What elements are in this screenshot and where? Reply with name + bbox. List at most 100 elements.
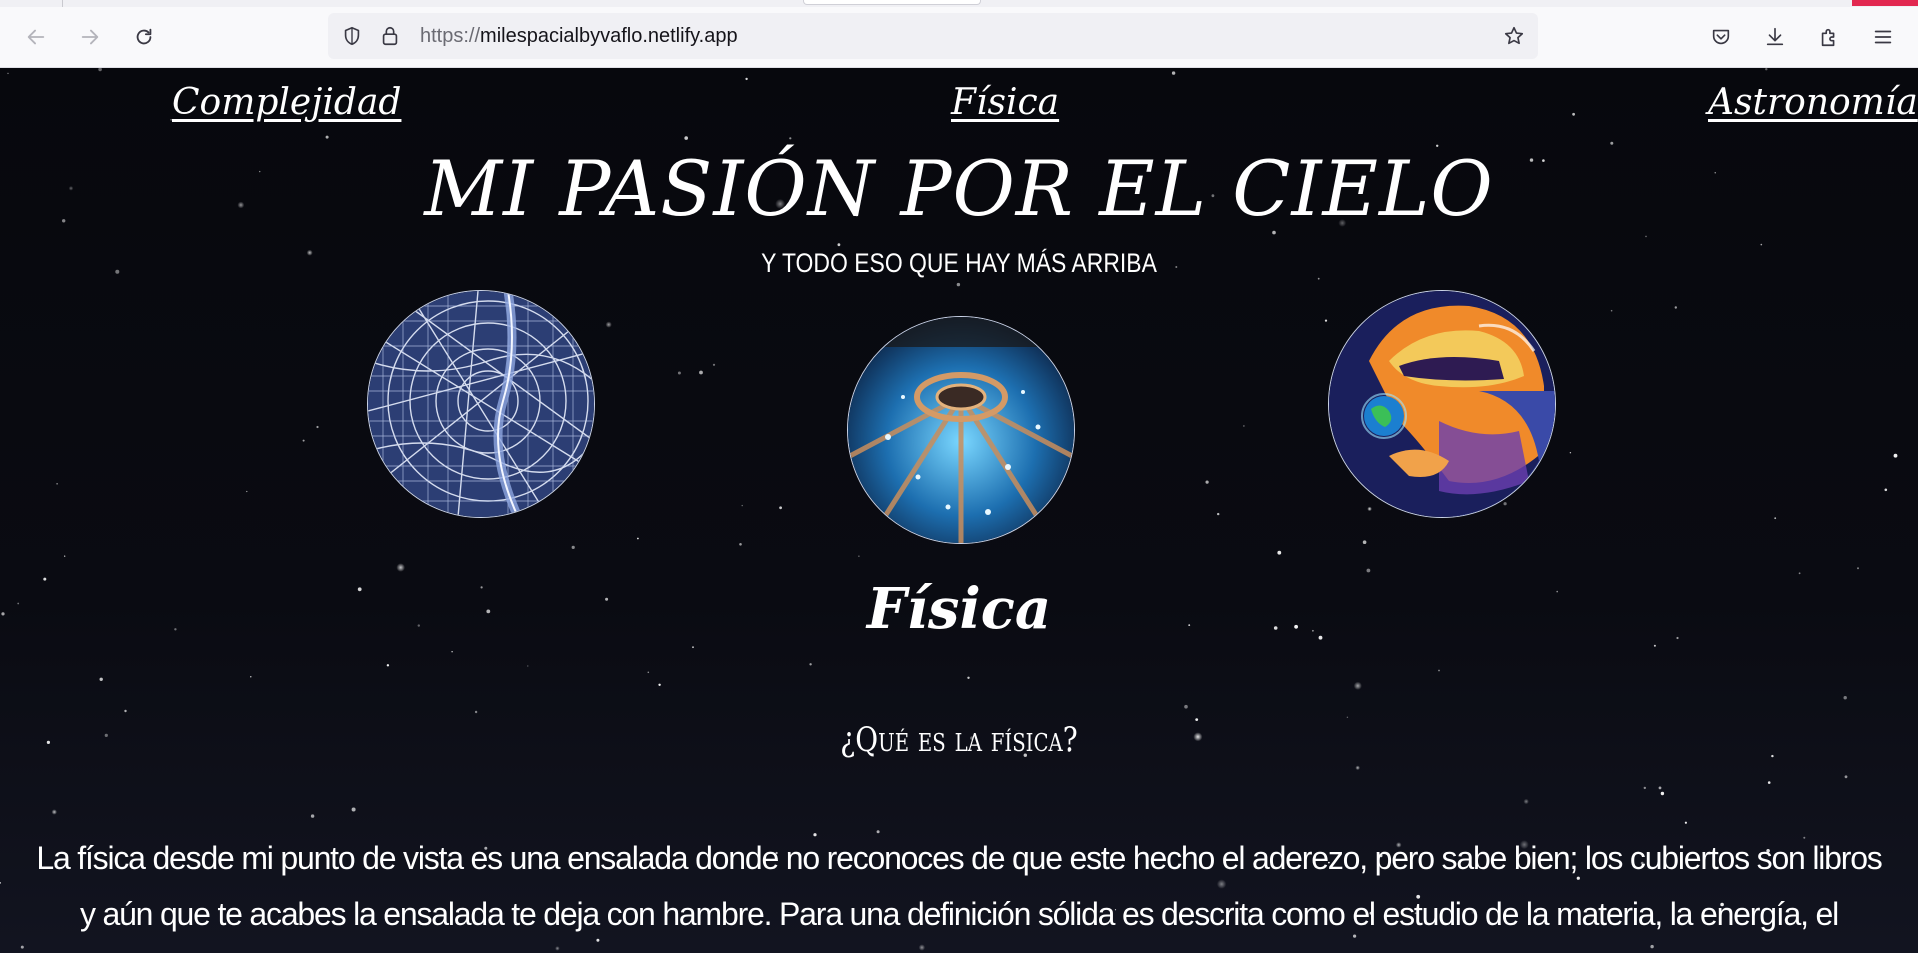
star xyxy=(1765,68,1768,71)
star xyxy=(104,733,108,738)
star xyxy=(647,671,650,674)
star xyxy=(1205,480,1209,484)
star xyxy=(1277,550,1282,555)
star xyxy=(1843,696,1847,700)
star xyxy=(1767,781,1771,784)
back-arrow-icon[interactable] xyxy=(19,20,53,54)
star xyxy=(1346,716,1349,718)
star xyxy=(1674,306,1678,309)
star xyxy=(956,282,961,287)
tab-separator xyxy=(62,0,63,7)
star xyxy=(809,663,812,666)
city-map-image[interactable] xyxy=(367,290,595,518)
star xyxy=(56,483,58,485)
star xyxy=(605,321,612,328)
star xyxy=(20,945,24,949)
star xyxy=(1844,775,1848,779)
star xyxy=(1610,309,1613,312)
star xyxy=(1217,512,1220,516)
star xyxy=(571,545,575,549)
star xyxy=(1569,452,1572,454)
active-tab-edge[interactable] xyxy=(803,0,981,5)
star xyxy=(99,677,103,681)
star xyxy=(396,563,406,572)
star xyxy=(677,371,681,375)
star xyxy=(1366,568,1371,573)
star xyxy=(1243,425,1245,427)
menu-icon[interactable] xyxy=(1866,20,1900,54)
star xyxy=(837,243,841,247)
star xyxy=(1684,821,1687,824)
star xyxy=(684,136,688,140)
star xyxy=(124,709,127,713)
star xyxy=(1645,235,1647,238)
star xyxy=(789,137,792,140)
star xyxy=(1503,502,1507,506)
star xyxy=(1362,540,1367,544)
url-scheme: https:// xyxy=(420,25,481,47)
star xyxy=(779,506,782,510)
star xyxy=(64,555,66,557)
star xyxy=(1572,112,1575,116)
star xyxy=(451,651,453,653)
star xyxy=(1771,754,1774,758)
tab-strip xyxy=(0,0,1918,7)
astronaut-earth-image[interactable] xyxy=(1328,290,1556,518)
url-host: milespacialbyvaflo.netlify.app xyxy=(480,25,738,47)
star xyxy=(1523,798,1529,805)
star xyxy=(1353,681,1362,690)
star xyxy=(1857,567,1859,570)
address-bar[interactable]: https://milespacialbyvaflo.netlify.app xyxy=(328,13,1538,59)
star xyxy=(967,676,970,679)
star xyxy=(302,439,305,442)
browser-toolbar: https://milespacialbyvaflo.netlify.app xyxy=(0,7,1918,68)
download-icon[interactable] xyxy=(1758,20,1792,54)
star xyxy=(1774,517,1777,520)
forward-arrow-icon[interactable] xyxy=(73,20,107,54)
star xyxy=(386,664,390,667)
section-question: ¿Qué es la física? xyxy=(840,720,1078,760)
nav-link-complejidad[interactable]: Complejidad xyxy=(172,82,401,123)
star xyxy=(51,809,57,815)
star xyxy=(46,740,51,745)
star-icon[interactable] xyxy=(1502,24,1526,48)
particle-collider-image[interactable] xyxy=(847,316,1075,544)
star xyxy=(1658,786,1662,790)
star xyxy=(1367,506,1372,512)
star xyxy=(474,710,478,714)
section-title: Física xyxy=(866,576,1052,642)
star xyxy=(1653,644,1656,647)
section-paragraph: La física desde mi punto de vista es una… xyxy=(36,840,1882,953)
star xyxy=(1355,765,1360,771)
shield-icon[interactable] xyxy=(340,24,364,48)
pocket-icon[interactable] xyxy=(1704,20,1738,54)
reload-icon[interactable] xyxy=(127,20,161,54)
nav-link-astronomia[interactable]: Astronomía xyxy=(1708,82,1918,123)
star xyxy=(1438,669,1440,672)
web-page: Complejidad Física Astronomía MI PASIÓN … xyxy=(0,68,1918,953)
star xyxy=(250,676,252,678)
page-subtitle: Y TODO ESO QUE HAY MÁS ARRIBA xyxy=(761,248,1157,278)
star xyxy=(115,269,120,274)
star xyxy=(1660,791,1665,796)
star xyxy=(745,77,748,81)
nav-link-fisica[interactable]: Física xyxy=(951,82,1059,123)
star xyxy=(310,814,315,818)
extensions-icon[interactable] xyxy=(1812,20,1846,54)
star xyxy=(316,425,319,429)
window-close-edge[interactable] xyxy=(1852,0,1918,6)
star xyxy=(658,683,661,686)
star xyxy=(741,504,743,507)
star xyxy=(7,72,9,75)
star xyxy=(699,370,703,375)
star xyxy=(1760,243,1763,246)
star xyxy=(325,135,329,139)
lock-icon[interactable] xyxy=(378,24,402,48)
star xyxy=(1798,572,1801,575)
url-text[interactable]: https://milespacialbyvaflo.netlify.app xyxy=(420,25,738,48)
star xyxy=(1643,786,1647,790)
star xyxy=(1324,319,1328,322)
star xyxy=(739,543,742,546)
star xyxy=(1893,453,1898,458)
page-title: MI PASIÓN POR EL CIELO xyxy=(424,144,1494,233)
